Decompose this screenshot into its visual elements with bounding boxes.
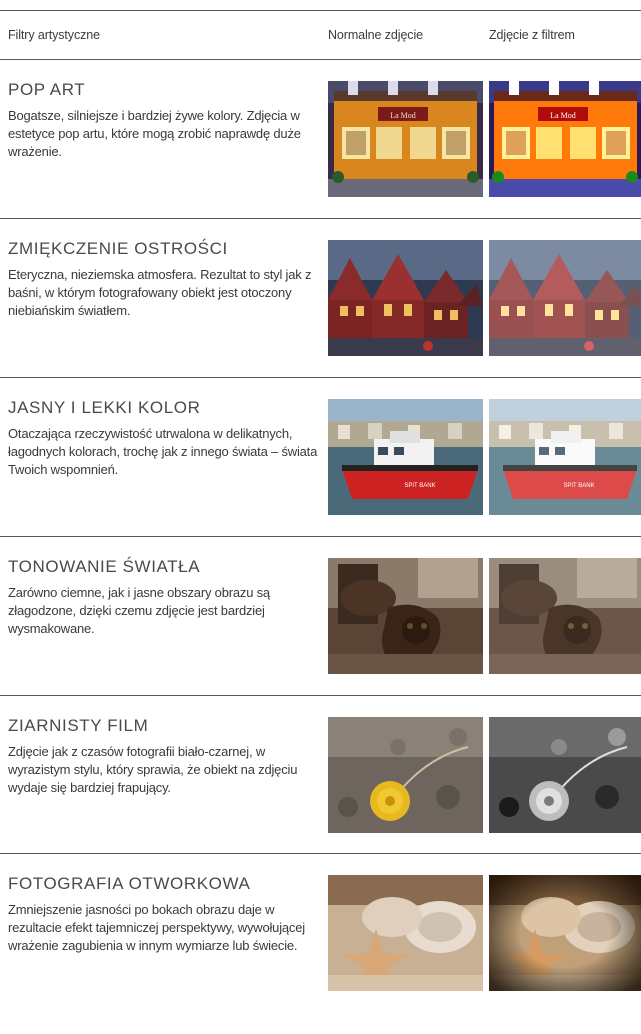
filter-section-grainy-film: ZIARNISTY FILM Zdjęcie jak z czasów foto…: [0, 716, 641, 876]
boat-name-text: SPIT BANK: [563, 483, 594, 489]
filter-description: Zdjęcie jak z czasów fotografii biało-cz…: [8, 744, 298, 795]
filter-title: JASNY I LEKKI KOLOR: [8, 398, 201, 417]
photo-normal: [328, 240, 483, 356]
photo-normal: [328, 875, 483, 991]
photo-normal: SPIT BANK: [328, 399, 483, 515]
filter-title: FOTOGRAFIA OTWORKOWA: [8, 874, 251, 893]
filter-section-pop-art: POP ART Bogatsze, silniejsze i bardziej …: [0, 80, 641, 240]
filter-description: Eteryczna, nieziemska atmosfera. Rezulta…: [8, 267, 312, 318]
column-header-filters: Filtry artystyczne: [8, 28, 100, 42]
filter-title: ZMIĘKCZENIE OSTROŚCI: [8, 239, 228, 258]
filter-title: ZIARNISTY FILM: [8, 716, 149, 735]
filter-section-soft-focus: ZMIĘKCZENIE OSTROŚCI Eteryczna, nieziems…: [0, 239, 641, 399]
photo-normal: La Mod: [328, 81, 483, 197]
column-header-filtered: Zdjęcie z filtrem: [489, 28, 575, 42]
photo-filtered: [489, 240, 641, 356]
filter-title: TONOWANIE ŚWIATŁA: [8, 557, 201, 576]
filter-title: POP ART: [8, 80, 86, 99]
filter-description: Otaczająca rzeczywistość utrwalona w del…: [8, 426, 318, 477]
photo-filtered: [489, 875, 641, 991]
filter-section-light-toning: TONOWANIE ŚWIATŁA Zarówno ciemne, jak i …: [0, 557, 641, 717]
photo-filtered: SPIT BANK: [489, 399, 641, 515]
photo-filtered: [489, 558, 641, 674]
filter-section-light-color: JASNY I LEKKI KOLOR Otaczająca rzeczywis…: [0, 398, 641, 558]
header-rule: [0, 59, 641, 60]
photo-normal: [328, 717, 483, 833]
filter-section-pinhole: FOTOGRAFIA OTWORKOWA Zmniejszenie jasnoś…: [0, 874, 641, 1034]
photo-filtered: La Mod: [489, 81, 641, 197]
top-rule: [0, 10, 641, 11]
column-header-normal: Normalne zdjęcie: [328, 28, 423, 42]
photo-filtered: [489, 717, 641, 833]
filter-description: Zmniejszenie jasności po bokach obrazu d…: [8, 902, 305, 953]
pub-sign-text: La Mod: [390, 111, 416, 120]
pub-sign-text: La Mod: [550, 111, 576, 120]
boat-name-text: SPIT BANK: [404, 483, 435, 489]
photo-normal: [328, 558, 483, 674]
filter-description: Zarówno ciemne, jak i jasne obszary obra…: [8, 585, 270, 636]
filter-description: Bogatsze, silniejsze i bardziej żywe kol…: [8, 108, 301, 159]
